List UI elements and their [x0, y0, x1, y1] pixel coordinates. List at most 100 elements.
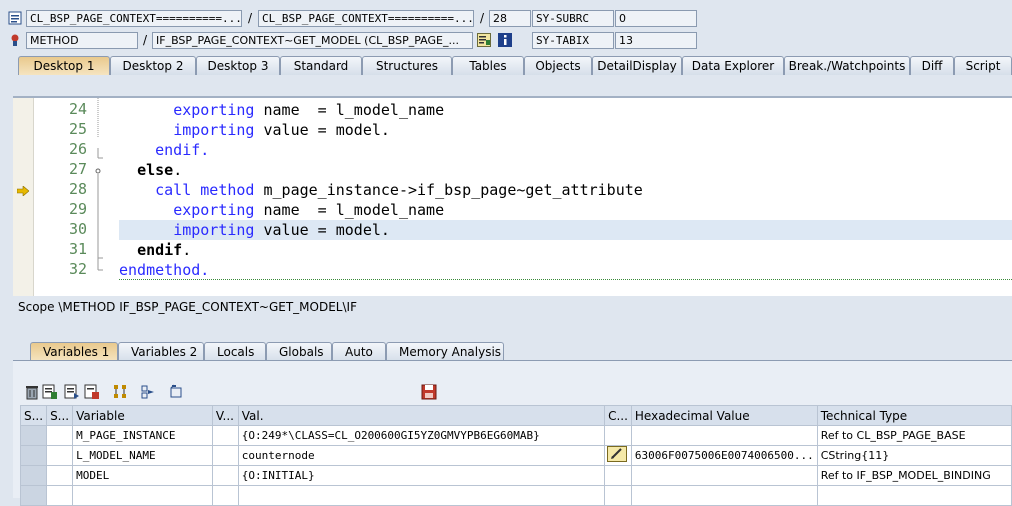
line-number: 28	[68, 180, 87, 198]
table-row[interactable]: M_PAGE_INSTANCE {O:249*\CLASS=CL_O200600…	[19, 425, 1012, 446]
cell	[211, 465, 239, 486]
line-number: 24	[68, 100, 87, 118]
type-cell: CString{11}	[816, 445, 1012, 466]
change-cell[interactable]	[604, 445, 632, 466]
cell	[46, 485, 74, 506]
column-header[interactable]: S...	[46, 405, 74, 426]
tab-breakpoints-watchpoints[interactable]: Break./Watchpoints	[784, 56, 910, 75]
tab-tables[interactable]: Tables	[452, 56, 524, 75]
row-selector[interactable]	[19, 465, 48, 486]
column-header[interactable]: V...	[211, 405, 239, 426]
row-selector[interactable]	[19, 425, 48, 446]
column-header[interactable]: Technical Type	[816, 405, 1012, 426]
tab-desktop-3[interactable]: Desktop 3	[196, 56, 280, 75]
cell	[237, 485, 606, 506]
navigate-icon[interactable]	[140, 384, 156, 400]
code-keyword: exporting	[173, 201, 255, 219]
tab-diff[interactable]: Diff	[910, 56, 954, 75]
delete-icon[interactable]	[24, 384, 40, 400]
variable-cell[interactable]: M_PAGE_INSTANCE	[72, 425, 213, 446]
hierarchy-icon[interactable]	[112, 384, 128, 400]
code-keyword: importing	[173, 221, 255, 239]
tabix-value: 13	[615, 32, 697, 49]
code-line: else.	[119, 160, 182, 180]
cell	[630, 485, 818, 506]
code-text: .	[173, 161, 183, 179]
code-text: name = l_model_name	[254, 101, 445, 119]
type-cell: Ref to IF_BSP_MODEL_BINDING	[816, 465, 1012, 486]
table-row[interactable]: MODEL {O:INITIAL} Ref to IF_BSP_MODEL_BI…	[19, 465, 1012, 486]
current-statement-arrow-icon	[16, 185, 30, 199]
hex-cell: 63006F0075006E0074006500...	[630, 445, 818, 466]
tab-locals[interactable]: Locals	[204, 342, 266, 361]
event-type-field: METHOD	[26, 32, 138, 49]
insert-row-icon[interactable]	[42, 384, 58, 400]
desktop-tabbar: Desktop 1 Desktop 2 Desktop 3 Standard S…	[18, 56, 1012, 75]
line-number: 32	[68, 260, 87, 278]
cell	[211, 485, 239, 506]
tab-objects[interactable]: Objects	[524, 56, 592, 75]
tab-detaildisplay[interactable]: DetailDisplay	[592, 56, 682, 75]
separator-slash: /	[480, 11, 485, 25]
cell	[211, 445, 239, 466]
column-header[interactable]: Variable	[72, 405, 213, 426]
tab-auto[interactable]: Auto	[332, 342, 386, 361]
code-line: endif.	[119, 140, 209, 160]
cell	[604, 465, 632, 486]
cell	[211, 425, 239, 446]
cell	[46, 465, 74, 486]
method-icon	[8, 33, 22, 47]
value-cell[interactable]: {O:249*\CLASS=CL_O200600GI5YZ0GMVYPB6EG6…	[237, 425, 606, 446]
code-keyword: importing	[173, 121, 255, 139]
cell	[72, 485, 213, 506]
hex-cell	[630, 465, 818, 486]
code-keyword: endif.	[155, 141, 210, 159]
column-header[interactable]: S...	[19, 405, 48, 426]
tab-desktop-1[interactable]: Desktop 1	[18, 56, 110, 75]
pencil-icon[interactable]	[607, 446, 628, 462]
save-variables-icon[interactable]	[84, 384, 100, 400]
column-header[interactable]: Hexadecimal Value	[630, 405, 818, 426]
table-row[interactable]	[19, 485, 1012, 506]
separator-slash: /	[143, 33, 148, 47]
tab-variables-1[interactable]: Variables 1	[30, 342, 118, 361]
load-icon[interactable]	[64, 384, 80, 400]
line-number: 29	[68, 200, 87, 218]
tab-memory-analysis[interactable]: Memory Analysis	[386, 342, 504, 361]
code-keyword: call method	[155, 181, 255, 199]
cell	[46, 425, 74, 446]
tab-desktop-2[interactable]: Desktop 2	[110, 56, 196, 75]
variable-cell[interactable]: MODEL	[72, 465, 213, 486]
new-object-icon[interactable]	[168, 384, 184, 400]
display-source-icon[interactable]	[477, 33, 491, 47]
tab-script[interactable]: Script	[954, 56, 1012, 75]
variable-cell[interactable]: L_MODEL_NAME	[72, 445, 213, 466]
tab-data-explorer[interactable]: Data Explorer	[682, 56, 784, 75]
tab-standard[interactable]: Standard	[280, 56, 362, 75]
subrc-value: 0	[615, 10, 697, 27]
code-line: endif.	[119, 240, 191, 260]
cell	[604, 425, 632, 446]
tab-globals[interactable]: Globals	[266, 342, 332, 361]
table-row[interactable]: L_MODEL_NAME counternode 63006F0075006E0…	[19, 445, 1012, 466]
line-number: 30	[68, 220, 87, 238]
row-selector[interactable]	[19, 445, 48, 466]
column-header[interactable]: Val.	[237, 405, 606, 426]
source-code-editor[interactable]: 24 exporting name = l_model_name 25 impor…	[13, 96, 1012, 296]
row-selector[interactable]	[19, 485, 48, 506]
tab-variables-2[interactable]: Variables 2	[118, 342, 204, 361]
info-icon[interactable]	[498, 33, 512, 47]
line-number: 27	[68, 160, 87, 178]
code-text: m_page_instance->if_bsp_page~get_attribu…	[254, 181, 643, 199]
tab-structures[interactable]: Structures	[362, 56, 452, 75]
value-cell[interactable]: counternode	[237, 445, 606, 466]
save-layout-icon[interactable]	[421, 384, 437, 400]
value-cell[interactable]: {O:INITIAL}	[237, 465, 606, 486]
line-number: 25	[68, 120, 87, 138]
column-header[interactable]: C...	[604, 405, 632, 426]
